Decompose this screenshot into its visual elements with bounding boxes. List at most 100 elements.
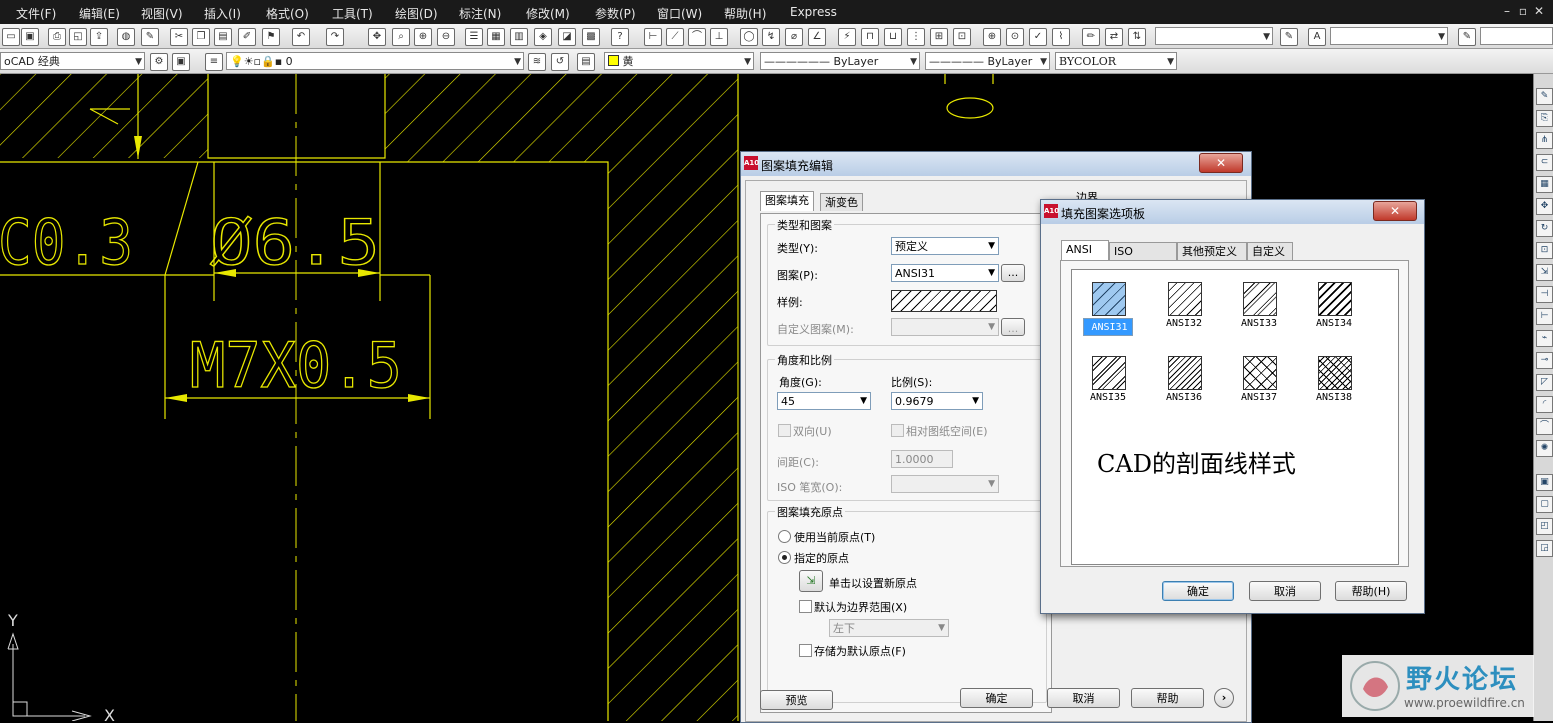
pattern-ansi38-swatch[interactable] [1318,356,1352,390]
draworder-front-icon[interactable]: ▣ [1536,474,1553,491]
use-current-origin-radio[interactable] [778,530,791,543]
menu-window[interactable]: 窗口(W) [657,5,702,22]
custom-pattern-select[interactable]: ▼ [891,318,999,336]
properties-icon[interactable]: ☰ [465,28,483,46]
palette-ok-button[interactable]: 确定 [1162,581,1234,601]
pattern-select[interactable]: ANSI31 ▼ [891,264,999,282]
set-origin-icon[interactable]: ⇲ [799,570,823,592]
color-combo[interactable]: 黄 ▼ [604,52,754,70]
make-current-layer-icon[interactable]: ≋ [528,53,546,71]
specified-origin-radio[interactable] [778,551,791,564]
designcenter-icon[interactable]: ▦ [487,28,505,46]
dim-baseline-icon[interactable]: ⊓ [861,28,879,46]
ok-button[interactable]: 确定 [960,688,1033,708]
layer-manager-icon[interactable]: ≡ [205,53,223,71]
erase-icon[interactable]: ✎ [1536,88,1553,105]
menu-modify[interactable]: 修改(M) [526,5,570,22]
new-icon[interactable]: ▭ [2,28,20,46]
scale-icon[interactable]: ⊡ [1536,242,1553,259]
dim-linear-icon[interactable]: ⊢ [644,28,662,46]
palette-dialog-close-button[interactable]: ✕ [1373,201,1417,221]
move-icon[interactable]: ✥ [1536,198,1553,215]
menu-format[interactable]: 格式(O) [266,5,309,22]
relative-paperspace-checkbox[interactable] [891,424,904,437]
store-default-checkbox[interactable] [799,644,812,657]
quick-dim-icon[interactable]: ⚡ [838,28,856,46]
dim-diameter-icon[interactable]: ⌀ [785,28,803,46]
pattern-ansi32-swatch[interactable] [1168,282,1202,316]
text-style-combo[interactable]: ▼ [1330,27,1448,45]
pattern-browse-button[interactable]: ... [1001,264,1025,282]
workspace-settings-icon[interactable]: ⚙ [150,53,168,71]
draworder-above-icon[interactable]: ◰ [1536,518,1553,535]
plot-icon[interactable]: ⎙ [48,28,66,46]
draworder-back-icon[interactable]: ▢ [1536,496,1553,513]
tab-gradient[interactable]: 渐变色 [820,193,863,211]
center-mark-icon[interactable]: ⊕ [983,28,1001,46]
dim-arc-icon[interactable]: ⌒ [688,28,706,46]
text-style-manager-icon[interactable]: A [1308,28,1326,46]
extend-icon[interactable]: ⊢ [1536,308,1553,325]
stretch-icon[interactable]: ⇲ [1536,264,1553,281]
dim-radius-icon[interactable]: ◯ [740,28,758,46]
pattern-ansi36-swatch[interactable] [1168,356,1202,390]
palette-help-button[interactable]: 帮助(H) [1335,581,1407,601]
palette-cancel-button[interactable]: 取消 [1249,581,1321,601]
zoom-window-icon[interactable]: ⊕ [414,28,432,46]
preview-button[interactable]: 预览 [760,690,833,710]
linetype-combo[interactable]: —————— ByLayer ▼ [760,52,920,70]
tool-palettes-icon[interactable]: ▥ [510,28,528,46]
tolerance-icon[interactable]: ⊡ [953,28,971,46]
menu-draw[interactable]: 绘图(D) [395,5,438,22]
iso-penwidth-select[interactable]: ▼ [891,475,999,493]
default-boundary-checkbox[interactable] [799,600,812,613]
dim-edit-icon[interactable]: ⌇ [1052,28,1070,46]
calculator-icon[interactable]: ▩ [582,28,600,46]
angle-select[interactable]: 45 ▼ [777,392,871,410]
menu-express[interactable]: Express [790,5,837,19]
blend-icon[interactable]: ⌒ [1536,418,1553,435]
pattern-ansi31-swatch[interactable] [1092,282,1126,316]
draworder-under-icon[interactable]: ◲ [1536,540,1553,557]
more-options-button[interactable]: › [1214,688,1234,708]
menu-tools[interactable]: 工具(T) [332,5,373,22]
pattern-sample[interactable] [891,290,997,312]
dim-continue-icon[interactable]: ⊔ [884,28,902,46]
menu-view[interactable]: 视图(V) [141,5,183,22]
3d-dwf-icon[interactable]: ◍ [117,28,135,46]
markup-icon[interactable]: ◪ [558,28,576,46]
dim-aligned-icon[interactable]: ⟋ [666,28,684,46]
zoom-realtime-icon[interactable]: ⌕ [392,28,410,46]
type-select[interactable]: 预定义 ▼ [891,237,999,255]
tab-other-predefined[interactable]: 其他预定义 [1177,242,1247,260]
text-style-icon[interactable]: ✎ [1280,28,1298,46]
paste-icon[interactable]: ▤ [214,28,232,46]
pattern-ansi35-swatch[interactable] [1092,356,1126,390]
hatch-dialog-close-button[interactable]: ✕ [1199,153,1243,173]
zoom-previous-icon[interactable]: ⊖ [437,28,455,46]
dim-text-edit-icon[interactable]: ✏ [1082,28,1100,46]
dim-space-icon[interactable]: ⋮ [907,28,925,46]
save-icon[interactable]: ▣ [21,28,39,46]
menu-edit[interactable]: 编辑(E) [79,5,120,22]
dim-style-icon[interactable]: ⇅ [1128,28,1146,46]
join-icon[interactable]: ⊸ [1536,352,1553,369]
dim-break-icon[interactable]: ⊞ [930,28,948,46]
dim-update-icon[interactable]: ⇄ [1105,28,1123,46]
dim-jogged-linear-icon[interactable]: ✓ [1029,28,1047,46]
fillet-icon[interactable]: ◜ [1536,396,1553,413]
publish-icon[interactable]: ⇪ [90,28,108,46]
break-icon[interactable]: ⌁ [1536,330,1553,347]
rotate-icon[interactable]: ↻ [1536,220,1553,237]
menu-parametric[interactable]: 参数(P) [595,5,636,22]
boundary-position-select[interactable]: 左下 ▼ [829,619,949,637]
help-icon[interactable]: ? [611,28,629,46]
workspace-save-icon[interactable]: ▣ [172,53,190,71]
close-icon[interactable]: ✕ [1531,4,1547,18]
undo-icon[interactable]: ↶ [292,28,310,46]
copy-icon[interactable]: ❐ [192,28,210,46]
etransmit-icon[interactable]: ✎ [141,28,159,46]
scale-select[interactable]: 0.9679 ▼ [891,392,983,410]
spacing-field[interactable]: 1.0000 [891,450,953,468]
plotstyle-combo[interactable]: BYCOLOR ▼ [1055,52,1177,70]
